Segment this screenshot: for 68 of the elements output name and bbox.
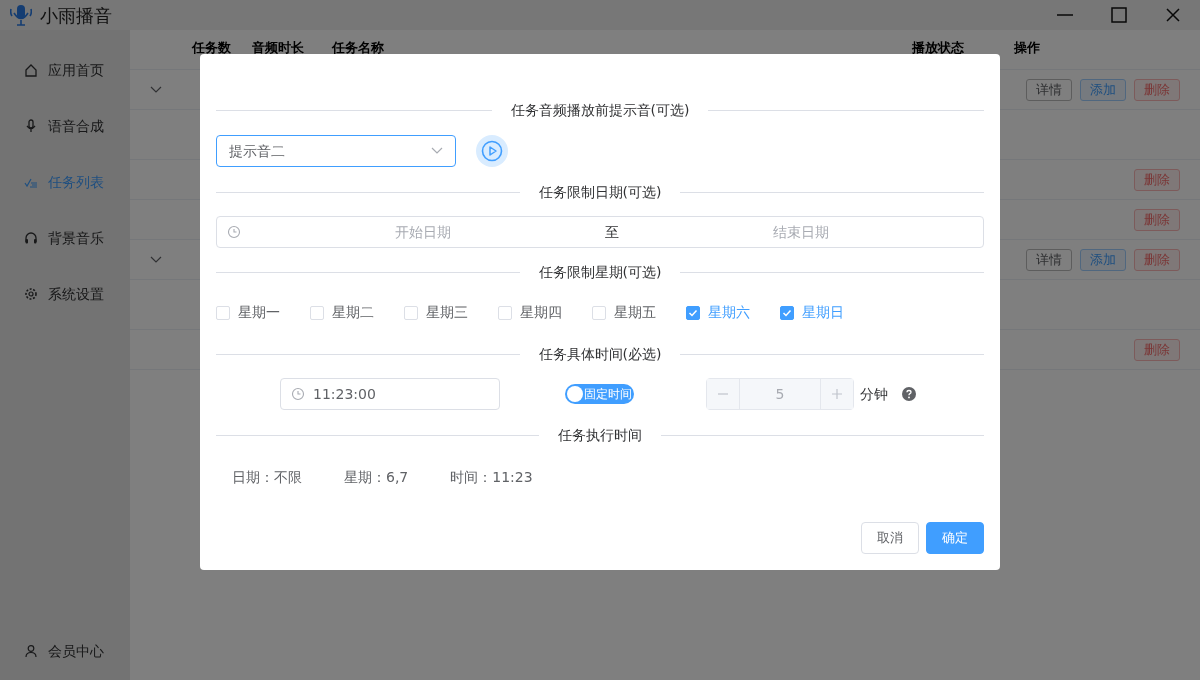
plus-icon xyxy=(831,388,843,400)
summary-text: 日期：不限 xyxy=(232,468,302,487)
clock-icon xyxy=(291,387,305,401)
column-header: 操作 xyxy=(1014,39,1040,57)
sidebar-item[interactable]: 任务列表 xyxy=(0,154,130,210)
play-icon xyxy=(481,140,503,162)
column-header: 任务数 xyxy=(192,39,231,57)
section-heading: 任务执行时间 xyxy=(558,425,642,445)
checkbox[interactable] xyxy=(686,305,700,320)
help-icon xyxy=(902,387,916,401)
checkbox[interactable] xyxy=(780,305,794,320)
checkbox-label: 星期六 xyxy=(708,303,750,322)
checkbox-label: 星期五 xyxy=(614,303,656,322)
headphones-icon xyxy=(24,231,38,245)
time-field[interactable]: 11:23:00 xyxy=(280,378,500,410)
toggle-switch[interactable]: 固定时间 xyxy=(565,384,634,404)
app-title: 小雨播音 xyxy=(40,3,112,28)
checkbox-label: 星期四 xyxy=(520,303,562,322)
end-date-placeholder: 结束日期 xyxy=(772,222,830,242)
summary-text: 星期：6,7 xyxy=(344,468,409,487)
checkbox-label: 星期一 xyxy=(238,303,280,322)
unit-label: 分钟 xyxy=(860,384,888,404)
settings-icon xyxy=(24,287,38,301)
check-icon xyxy=(782,307,792,318)
table-action-button[interactable]: 删除 xyxy=(1134,168,1180,191)
table-action-button[interactable]: 删除 xyxy=(1134,338,1180,361)
table-action-button[interactable]: 添加 xyxy=(1080,78,1126,101)
section-heading: 任务音频播放前提示音(可选) xyxy=(510,100,690,120)
sidebar-item[interactable]: 系统设置 xyxy=(0,266,130,322)
minimize-icon xyxy=(1057,14,1073,16)
chevron-down-icon xyxy=(150,255,162,264)
summary-text: 时间：11:23 xyxy=(450,468,533,487)
select-field[interactable]: 提示音二 xyxy=(216,135,456,167)
chevron-down-icon xyxy=(150,85,162,94)
start-date-placeholder: 开始日期 xyxy=(394,222,452,242)
play-button[interactable] xyxy=(476,135,508,167)
clock-icon xyxy=(227,225,241,239)
section-heading: 任务限制日期(可选) xyxy=(538,182,662,202)
check-icon xyxy=(688,307,698,318)
range-separator: 至 xyxy=(605,222,619,242)
table-action-button[interactable]: 详情 xyxy=(1026,248,1072,271)
sidebar-item[interactable]: 背景音乐 xyxy=(0,210,130,266)
chevron-down-icon xyxy=(431,147,443,155)
column-header: 任务名称 xyxy=(332,39,384,57)
column-header: 音频时长 xyxy=(252,39,304,57)
table-action-button[interactable]: 删除 xyxy=(1134,248,1180,271)
table-action-button[interactable]: 删除 xyxy=(1134,78,1180,101)
user-icon xyxy=(24,644,38,658)
microphone-icon xyxy=(24,119,38,133)
sidebar-item[interactable]: 应用首页 xyxy=(0,42,130,98)
sidebar-item[interactable]: 会员中心 xyxy=(0,636,130,666)
section-heading: 任务具体时间(必选) xyxy=(538,344,662,364)
checkbox-label: 星期三 xyxy=(426,303,468,322)
table-action-button[interactable]: 详情 xyxy=(1026,78,1072,101)
confirm-button[interactable]: 确定 xyxy=(926,522,984,554)
home-icon xyxy=(24,63,38,77)
section-heading: 任务限制星期(可选) xyxy=(538,262,662,282)
date-range-field[interactable]: 开始日期 至 结束日期 xyxy=(216,216,984,248)
cancel-button[interactable]: 取消 xyxy=(861,522,919,554)
checkbox-label: 星期日 xyxy=(802,303,844,322)
table-action-button[interactable]: 添加 xyxy=(1080,248,1126,271)
maximize-icon xyxy=(1111,7,1127,23)
table-action-button[interactable]: 删除 xyxy=(1134,208,1180,231)
sidebar-item[interactable]: 语音合成 xyxy=(0,98,130,154)
microphone-logo-icon xyxy=(10,3,32,27)
checkbox-label: 星期二 xyxy=(332,303,374,322)
close-icon xyxy=(1165,7,1181,23)
column-header: 播放状态 xyxy=(912,39,964,57)
